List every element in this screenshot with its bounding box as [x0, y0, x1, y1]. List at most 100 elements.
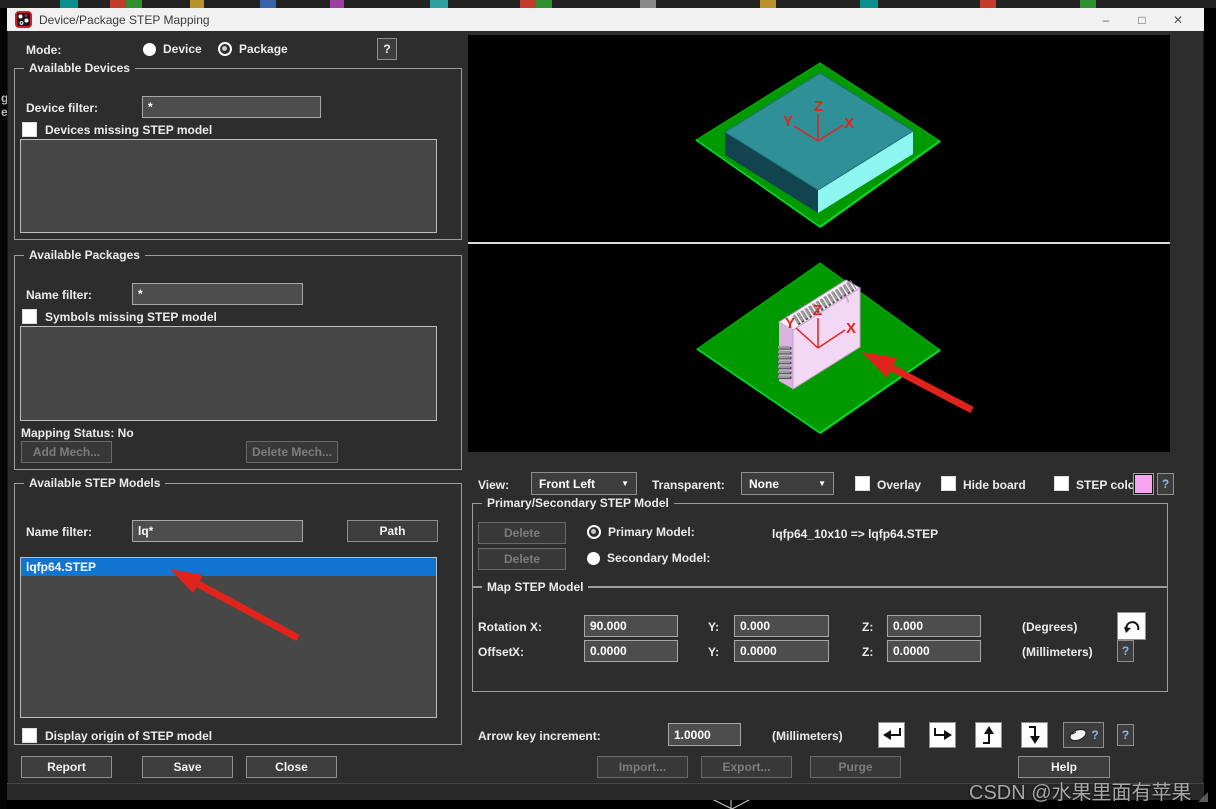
- report-button[interactable]: Report: [21, 756, 112, 778]
- axis-label-z: Z: [813, 302, 822, 319]
- save-button[interactable]: Save: [142, 756, 233, 778]
- display-origin-label: Display origin of STEP model: [45, 729, 213, 743]
- path-button[interactable]: Path: [347, 520, 438, 542]
- step-models-list: lqfp64.STEP: [20, 557, 437, 718]
- increment-help-button[interactable]: ?: [1117, 724, 1134, 746]
- purge-button[interactable]: Purge: [810, 756, 901, 778]
- offset-label: Offset: [478, 645, 513, 659]
- millimeters-label: (Millimeters): [1022, 645, 1093, 659]
- nudge-up-button[interactable]: [975, 722, 1002, 748]
- primary-model-radio[interactable]: Primary Model:: [587, 525, 695, 539]
- devices-list[interactable]: [20, 139, 437, 233]
- mouse-icon: [1069, 728, 1088, 742]
- transparent-dropdown[interactable]: None ▼: [741, 472, 834, 495]
- viewport-bottom[interactable]: Z Y X: [468, 244, 1170, 452]
- mouse-help-button[interactable]: ?: [1063, 722, 1104, 748]
- rotation-y-label: Y:: [708, 620, 720, 634]
- maximize-button[interactable]: □: [1124, 13, 1160, 27]
- chevron-down-icon: ▼: [818, 479, 826, 488]
- package-filter-input[interactable]: *: [132, 283, 303, 305]
- background-edge-text: g e: [0, 31, 8, 809]
- step-filter-input[interactable]: lq*: [132, 520, 303, 542]
- package-filter-label: Name filter:: [26, 288, 93, 302]
- increment-units-label: (Millimeters): [772, 729, 843, 743]
- close-dialog-button[interactable]: Close: [246, 756, 337, 778]
- minimize-button[interactable]: –: [1088, 13, 1124, 27]
- radio-selected-icon: [587, 525, 601, 539]
- mode-device-label: Device: [163, 42, 202, 56]
- title-bar[interactable]: Device/Package STEP Mapping – □ ✕: [7, 8, 1204, 31]
- symbols-missing-label: Symbols missing STEP model: [45, 310, 217, 324]
- available-step-models-title: Available STEP Models: [24, 476, 166, 490]
- delete-primary-button[interactable]: Delete: [478, 522, 566, 544]
- transparent-label: Transparent:: [652, 478, 725, 492]
- overlay-label: Overlay: [877, 478, 922, 492]
- axis-label-x: X: [846, 320, 856, 337]
- device-filter-label: Device filter:: [26, 101, 99, 115]
- rotate-button[interactable]: [1117, 612, 1146, 640]
- offset-y-input[interactable]: 0.0000: [734, 640, 829, 662]
- primary-model-value: lqfp64_10x10 => lqfp64.STEP: [772, 527, 939, 541]
- offset-z-label: Z:: [862, 645, 874, 659]
- primary-model-label: Primary Model:: [608, 525, 695, 539]
- nudge-left-button[interactable]: [878, 722, 905, 748]
- step-color-label: STEP color: [1076, 478, 1140, 492]
- step-color-swatch[interactable]: [1133, 473, 1154, 495]
- viewport-top[interactable]: Z Y X: [468, 35, 1170, 242]
- mapping-status: Mapping Status: No: [21, 426, 134, 440]
- rotation-z-input[interactable]: 0.000: [887, 615, 981, 637]
- delete-mech-button[interactable]: Delete Mech...: [246, 441, 338, 463]
- help-button[interactable]: Help: [1018, 756, 1110, 778]
- devices-missing-checkbox[interactable]: [22, 122, 37, 137]
- axis-label-y: Y: [785, 315, 795, 332]
- hide-board-checkbox[interactable]: [941, 476, 956, 491]
- device-filter-input[interactable]: *: [142, 96, 321, 118]
- background-toolbar: [0, 0, 1216, 8]
- packages-list[interactable]: [20, 326, 437, 421]
- chevron-down-icon: ▼: [621, 479, 629, 488]
- mode-help-button[interactable]: ?: [377, 38, 397, 60]
- radio-selected-icon: [218, 42, 232, 56]
- secondary-model-radio[interactable]: Secondary Model:: [587, 551, 710, 565]
- map-step-model-title: Map STEP Model: [482, 580, 589, 594]
- display-origin-checkbox[interactable]: [22, 728, 37, 743]
- delete-secondary-button[interactable]: Delete: [478, 548, 566, 570]
- offset-x-input[interactable]: 0.0000: [584, 640, 678, 662]
- rotation-z-label: Z:: [862, 620, 874, 634]
- window-title: Device/Package STEP Mapping: [39, 12, 210, 27]
- rotation-y-input[interactable]: 0.000: [734, 615, 829, 637]
- step-color-checkbox[interactable]: [1054, 476, 1069, 491]
- primary-secondary-title: Primary/Secondary STEP Model: [482, 496, 674, 510]
- app-icon: [15, 11, 32, 28]
- nudge-right-button[interactable]: [929, 722, 956, 748]
- screen: g e Device/Package STEP Mapping – □ ✕ Mo…: [0, 0, 1216, 809]
- step-color-help-button[interactable]: ?: [1157, 473, 1174, 495]
- rotation-x-input[interactable]: 90.000: [584, 615, 678, 637]
- left-arrow-icon: [883, 728, 901, 740]
- offset-y-label: Y:: [708, 645, 720, 659]
- offset-z-input[interactable]: 0.0000: [887, 640, 981, 662]
- increment-input[interactable]: 1.0000: [668, 723, 741, 746]
- mode-package-radio[interactable]: Package: [218, 42, 288, 56]
- available-packages-title: Available Packages: [24, 248, 145, 262]
- symbols-missing-checkbox[interactable]: [22, 309, 37, 324]
- step-model-list-item[interactable]: lqfp64.STEP: [21, 558, 436, 576]
- annotation-arrow: [890, 364, 974, 414]
- mode-device-radio[interactable]: Device: [143, 42, 202, 56]
- map-help-button[interactable]: ?: [1117, 640, 1134, 662]
- mode-label: Mode:: [26, 43, 62, 57]
- secondary-model-label: Secondary Model:: [607, 551, 711, 565]
- degrees-label: (Degrees): [1022, 620, 1078, 634]
- close-button[interactable]: ✕: [1160, 13, 1196, 27]
- overlay-checkbox[interactable]: [855, 476, 870, 491]
- axis-label-x: X: [844, 115, 854, 132]
- available-devices-title: Available Devices: [24, 61, 135, 75]
- nudge-down-button[interactable]: [1021, 722, 1048, 748]
- add-mech-button[interactable]: Add Mech...: [21, 441, 112, 463]
- import-button[interactable]: Import...: [597, 756, 688, 778]
- export-button[interactable]: Export...: [701, 756, 792, 778]
- right-arrow-icon: [934, 728, 952, 740]
- view-dropdown[interactable]: Front Left ▼: [531, 472, 637, 495]
- primary-secondary-group: Primary/Secondary STEP Model: [472, 496, 1168, 587]
- rotate-icon: [1123, 621, 1139, 633]
